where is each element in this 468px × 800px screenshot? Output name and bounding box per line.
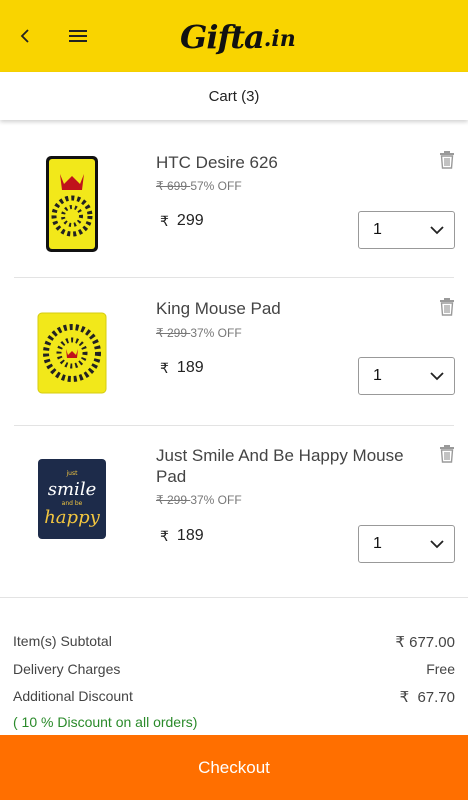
quantity-value: 1 bbox=[373, 221, 382, 238]
delivery-row: Delivery Charges Free bbox=[13, 661, 455, 677]
cart-item: just smile and be happy Just Smile And B… bbox=[0, 426, 468, 596]
cart-header: Cart (3) bbox=[0, 72, 468, 120]
logo-tld-text: .in bbox=[263, 26, 296, 52]
original-price: ₹ 299 bbox=[156, 493, 191, 507]
currency-symbol: ₹ bbox=[160, 212, 169, 229]
price-value: 189 bbox=[176, 359, 204, 376]
product-name[interactable]: King Mouse Pad bbox=[156, 298, 426, 319]
quantity-value: 1 bbox=[373, 535, 382, 552]
discount-value: ₹ 67.70 bbox=[399, 689, 455, 706]
final-price: ₹ 189 bbox=[160, 359, 204, 377]
final-price: ₹ 189 bbox=[160, 527, 204, 545]
cart-item: King Mouse Pad ₹ 299 37% OFF ₹ 189 1 bbox=[0, 278, 468, 426]
product-image[interactable] bbox=[24, 154, 120, 254]
top-app-bar: Gifta .in bbox=[0, 0, 468, 72]
currency-symbol: ₹ bbox=[160, 359, 169, 376]
final-price: ₹ 299 bbox=[160, 212, 204, 230]
discount-note: ( 10 % Discount on all orders) bbox=[13, 714, 198, 730]
trash-icon[interactable] bbox=[439, 298, 455, 316]
discount-percent: 37% OFF bbox=[190, 326, 242, 340]
trash-icon[interactable] bbox=[439, 151, 455, 169]
discount-percent: 57% OFF bbox=[190, 179, 242, 193]
price-info: ₹ 299 37% OFF bbox=[156, 493, 242, 507]
price-value: 189 bbox=[176, 527, 204, 544]
quantity-select[interactable]: 1 bbox=[358, 357, 455, 395]
cart-item: HTC Desire 626 ₹ 699 57% OFF ₹ 299 1 bbox=[0, 120, 468, 278]
delivery-label: Delivery Charges bbox=[13, 661, 121, 677]
phone-case-image bbox=[46, 156, 98, 252]
logo-main-text: Gifta bbox=[180, 18, 265, 56]
brand-logo[interactable]: Gifta .in bbox=[180, 12, 296, 56]
quantity-select[interactable]: 1 bbox=[358, 525, 455, 563]
discount-percent: 37% OFF bbox=[190, 493, 242, 507]
original-price: ₹ 299 bbox=[156, 326, 191, 340]
quantity-select[interactable]: 1 bbox=[358, 211, 455, 249]
artwork-text: smile bbox=[48, 479, 96, 500]
product-image[interactable] bbox=[24, 302, 120, 402]
artwork-text: and be bbox=[62, 500, 83, 507]
chevron-down-icon bbox=[430, 225, 444, 234]
discount-row: Additional Discount ₹ 67.70 bbox=[13, 688, 455, 706]
chevron-down-icon bbox=[430, 371, 444, 380]
chevron-left-icon bbox=[20, 29, 29, 43]
subtotal-value: ₹ 677.00 bbox=[395, 634, 455, 651]
currency-symbol: ₹ bbox=[160, 527, 169, 544]
product-name[interactable]: HTC Desire 626 bbox=[156, 152, 426, 173]
mouse-pad-image: just smile and be happy bbox=[38, 459, 106, 539]
price-info: ₹ 299 37% OFF bbox=[156, 326, 242, 340]
quantity-value: 1 bbox=[373, 367, 382, 384]
subtotal-label: Item(s) Subtotal bbox=[13, 633, 112, 649]
discount-label: Additional Discount bbox=[13, 688, 133, 704]
cart-title: Cart (3) bbox=[208, 87, 260, 105]
artwork-text: just bbox=[66, 470, 79, 477]
product-image[interactable]: just smile and be happy bbox=[24, 448, 120, 548]
order-summary: Item(s) Subtotal ₹ 677.00 Delivery Charg… bbox=[0, 597, 468, 730]
artwork-text: happy bbox=[44, 507, 100, 528]
original-price: ₹ 699 bbox=[156, 179, 191, 193]
mouse-pad-image bbox=[37, 312, 107, 394]
delivery-value: Free bbox=[426, 661, 455, 677]
product-name[interactable]: Just Smile And Be Happy Mouse Pad bbox=[156, 445, 426, 487]
menu-button[interactable] bbox=[66, 24, 90, 48]
back-button[interactable] bbox=[14, 24, 38, 48]
subtotal-row: Item(s) Subtotal ₹ 677.00 bbox=[13, 633, 455, 651]
price-value: 299 bbox=[176, 212, 204, 229]
checkout-button[interactable]: Checkout bbox=[0, 735, 468, 800]
price-info: ₹ 699 57% OFF bbox=[156, 179, 242, 193]
chevron-down-icon bbox=[430, 539, 444, 548]
trash-icon[interactable] bbox=[439, 445, 455, 463]
hamburger-menu-icon bbox=[69, 30, 87, 42]
